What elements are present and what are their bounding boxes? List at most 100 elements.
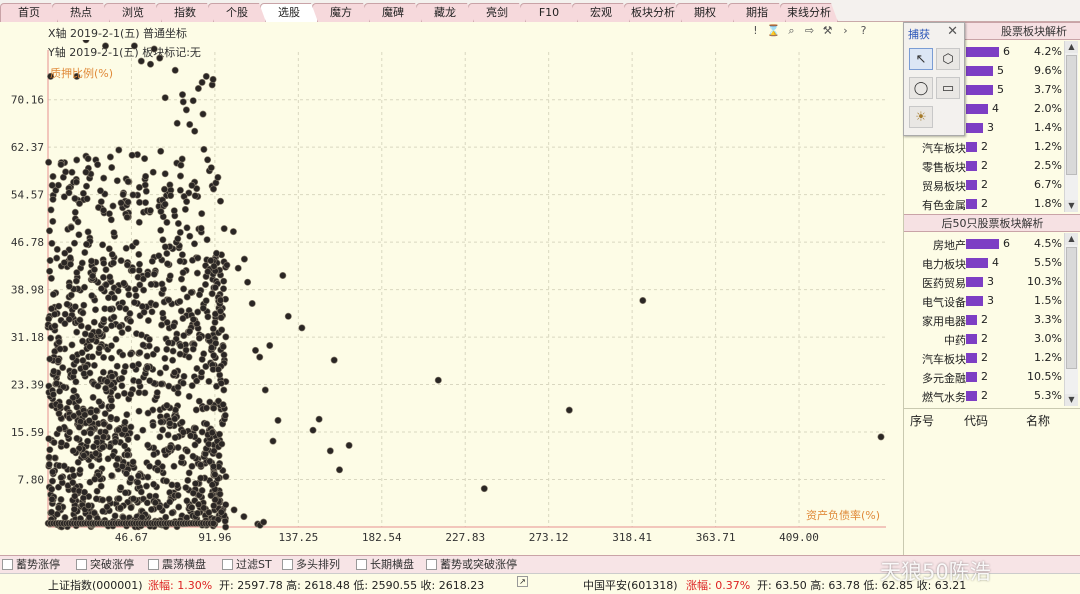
- data-point[interactable]: [142, 187, 150, 195]
- data-point[interactable]: [127, 317, 135, 325]
- data-point[interactable]: [47, 274, 55, 282]
- data-point[interactable]: [186, 327, 194, 335]
- data-point[interactable]: [99, 241, 107, 249]
- data-point[interactable]: [108, 372, 116, 380]
- data-point[interactable]: [189, 315, 197, 323]
- data-point[interactable]: [102, 384, 110, 392]
- scroll-down-icon[interactable]: ▼: [1065, 200, 1078, 212]
- data-point[interactable]: [86, 369, 94, 377]
- data-point[interactable]: [158, 280, 166, 288]
- data-point[interactable]: [69, 447, 77, 455]
- data-point[interactable]: [149, 168, 157, 176]
- data-point[interactable]: [71, 239, 79, 247]
- sector-row[interactable]: 电气设备 3 1.5%: [904, 292, 1064, 311]
- data-point[interactable]: [169, 356, 177, 364]
- data-point[interactable]: [192, 406, 200, 414]
- data-point[interactable]: [46, 257, 54, 265]
- data-point[interactable]: [107, 342, 115, 350]
- data-point[interactable]: [199, 110, 207, 118]
- data-point[interactable]: [139, 341, 147, 349]
- data-point[interactable]: [220, 386, 228, 394]
- data-point[interactable]: [135, 250, 143, 258]
- data-point[interactable]: [217, 197, 225, 205]
- data-point[interactable]: [84, 437, 92, 445]
- data-point[interactable]: [46, 267, 54, 275]
- data-point[interactable]: [49, 173, 57, 181]
- data-point[interactable]: [114, 426, 122, 434]
- data-point[interactable]: [161, 354, 169, 362]
- data-point[interactable]: [48, 477, 56, 485]
- data-point[interactable]: [127, 350, 135, 358]
- data-point[interactable]: [120, 389, 128, 397]
- tab-10[interactable]: F10: [520, 3, 578, 22]
- data-point[interactable]: [106, 305, 114, 313]
- data-point[interactable]: [114, 287, 122, 295]
- data-point[interactable]: [213, 249, 221, 257]
- data-point[interactable]: [124, 435, 132, 443]
- data-point[interactable]: [189, 97, 197, 105]
- data-point[interactable]: [199, 304, 207, 312]
- data-point[interactable]: [79, 494, 87, 502]
- filter-6[interactable]: 蓄势或突破涨停: [424, 557, 517, 573]
- data-point[interactable]: [240, 255, 248, 263]
- data-point[interactable]: [57, 161, 65, 169]
- data-point[interactable]: [177, 161, 185, 169]
- data-point[interactable]: [72, 378, 80, 386]
- data-point[interactable]: [183, 198, 191, 206]
- data-point[interactable]: [73, 269, 81, 277]
- data-point[interactable]: [114, 455, 122, 463]
- data-point[interactable]: [55, 302, 63, 310]
- data-point[interactable]: [57, 495, 65, 503]
- data-point[interactable]: [174, 389, 182, 397]
- data-point[interactable]: [123, 451, 131, 459]
- code-column-header[interactable]: 代码: [964, 412, 988, 429]
- data-point[interactable]: [89, 393, 97, 401]
- data-point[interactable]: [50, 367, 58, 375]
- filter-3[interactable]: 过滤ST: [220, 557, 272, 573]
- data-point[interactable]: [171, 415, 179, 423]
- data-point[interactable]: [639, 296, 647, 304]
- data-point[interactable]: [194, 308, 202, 316]
- data-point[interactable]: [157, 418, 165, 426]
- data-point[interactable]: [217, 314, 225, 322]
- data-point[interactable]: [197, 224, 205, 232]
- data-point[interactable]: [191, 127, 199, 135]
- data-point[interactable]: [209, 325, 217, 333]
- data-point[interactable]: [48, 495, 56, 503]
- data-point[interactable]: [147, 280, 155, 288]
- data-point[interactable]: [186, 121, 194, 129]
- data-point[interactable]: [71, 303, 79, 311]
- data-point[interactable]: [216, 490, 224, 498]
- data-point[interactable]: [92, 449, 100, 457]
- data-point[interactable]: [89, 272, 97, 280]
- data-point[interactable]: [309, 426, 317, 434]
- data-point[interactable]: [61, 310, 69, 318]
- data-point[interactable]: [117, 484, 125, 492]
- data-point[interactable]: [229, 228, 237, 236]
- data-point[interactable]: [91, 475, 99, 483]
- data-point[interactable]: [69, 479, 77, 487]
- data-point[interactable]: [315, 415, 323, 423]
- data-point[interactable]: [137, 57, 145, 65]
- circle-tool-icon[interactable]: ◯: [909, 77, 933, 99]
- data-point[interactable]: [217, 307, 225, 315]
- data-point[interactable]: [49, 195, 57, 203]
- scroll-up-icon[interactable]: ▲: [1065, 233, 1078, 245]
- tab-8[interactable]: 藏龙: [416, 3, 474, 22]
- data-point[interactable]: [183, 447, 191, 455]
- data-point[interactable]: [211, 284, 219, 292]
- data-point[interactable]: [107, 413, 115, 421]
- data-point[interactable]: [70, 368, 78, 376]
- data-point[interactable]: [120, 279, 128, 287]
- data-point[interactable]: [57, 439, 65, 447]
- data-point[interactable]: [166, 419, 174, 427]
- data-point[interactable]: [161, 200, 169, 208]
- data-point[interactable]: [187, 432, 195, 440]
- data-point[interactable]: [173, 119, 181, 127]
- sector-row[interactable]: 汽车板块 2 1.2%: [904, 349, 1064, 368]
- data-point[interactable]: [163, 250, 171, 258]
- data-point[interactable]: [204, 156, 212, 164]
- data-point[interactable]: [70, 387, 78, 395]
- data-point[interactable]: [56, 345, 64, 353]
- sector-row[interactable]: 燃气水务 2 5.3%: [904, 387, 1064, 406]
